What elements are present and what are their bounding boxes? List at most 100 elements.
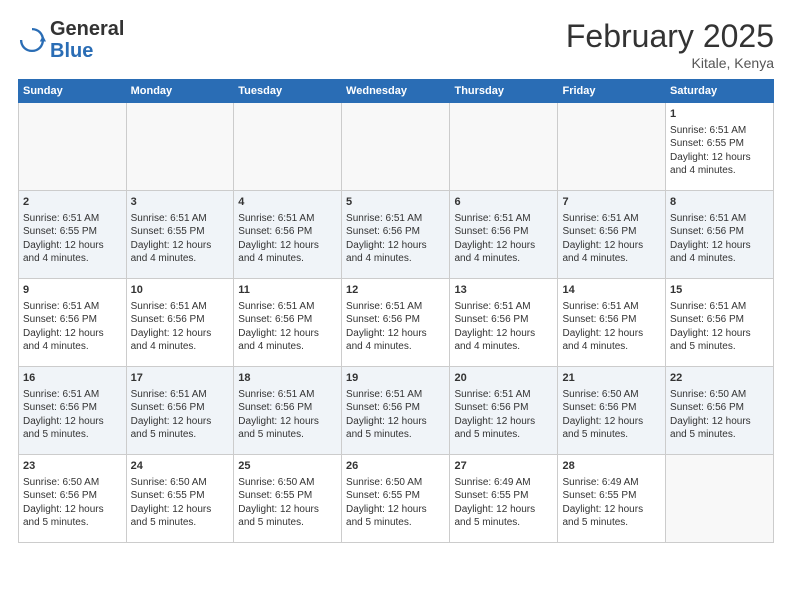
day-number: 20	[454, 371, 553, 386]
weekday-header-saturday: Saturday	[666, 80, 774, 103]
day-number: 27	[454, 459, 553, 474]
week-row-2: 2 Sunrise: 6:51 AM Sunset: 6:55 PM Daylig…	[19, 191, 774, 279]
calendar-cell: 5Sunrise: 6:51 AM Sunset: 6:56 PM Daylig…	[342, 191, 450, 279]
weekday-header-sunday: Sunday	[19, 80, 127, 103]
day-info-block: Sunrise: 6:51 AM Sunset: 6:56 PM Dayligh…	[346, 388, 445, 442]
calendar-cell	[19, 103, 127, 191]
day-info-block: Sunrise: 6:51 AM Sunset: 6:55 PM Dayligh…	[670, 124, 769, 178]
day-info-block: Sunrise: 6:50 AM Sunset: 6:56 PM Dayligh…	[23, 476, 122, 530]
day-number: 17	[131, 371, 230, 386]
calendar-cell: 25 Sunrise: 6:50 AM Sunset: 6:55 PM Dayli…	[234, 455, 342, 543]
logo: General Blue	[18, 18, 124, 62]
day-number: 18	[238, 371, 337, 386]
calendar-cell: 28 Sunrise: 6:49 AM Sunset: 6:55 PM Dayli…	[558, 455, 666, 543]
day-info-block: Sunrise: 6:50 AM Sunset: 6:56 PM Dayligh…	[562, 388, 661, 442]
day-number: 21	[562, 371, 661, 386]
day-number: 15	[670, 283, 769, 298]
header: General Blue February 2025 Kitale, Kenya	[18, 18, 774, 71]
logo-general: General	[50, 18, 124, 40]
month-title: February 2025	[566, 18, 774, 55]
day-number: 14	[562, 283, 661, 298]
day-info-block: Sunrise: 6:51 AM Sunset: 6:56 PM Dayligh…	[670, 212, 769, 266]
week-row-3: 9Sunrise: 6:51 AM Sunset: 6:56 PM Daylig…	[19, 279, 774, 367]
calendar-cell: 6 Sunrise: 6:51 AM Sunset: 6:56 PM Daylig…	[450, 191, 558, 279]
weekday-header-thursday: Thursday	[450, 80, 558, 103]
logo-text: General Blue	[50, 18, 124, 62]
day-info-block: Sunrise: 6:49 AM Sunset: 6:55 PM Dayligh…	[562, 476, 661, 530]
calendar-cell: 24 Sunrise: 6:50 AM Sunset: 6:55 PM Dayli…	[126, 455, 234, 543]
day-info-block: Sunrise: 6:51 AM Sunset: 6:56 PM Dayligh…	[454, 212, 553, 266]
calendar-cell: 16 Sunrise: 6:51 AM Sunset: 6:56 PM Dayli…	[19, 367, 127, 455]
day-info-block: Sunrise: 6:50 AM Sunset: 6:55 PM Dayligh…	[238, 476, 337, 530]
day-number: 22	[670, 371, 769, 386]
calendar-cell: 11 Sunrise: 6:51 AM Sunset: 6:56 PM Dayli…	[234, 279, 342, 367]
day-number: 1	[670, 107, 769, 122]
calendar-cell: 15Sunrise: 6:51 AM Sunset: 6:56 PM Dayli…	[666, 279, 774, 367]
calendar-cell	[558, 103, 666, 191]
calendar-cell: 23 Sunrise: 6:50 AM Sunset: 6:56 PM Dayli…	[19, 455, 127, 543]
location: Kitale, Kenya	[566, 55, 774, 71]
calendar-cell	[666, 455, 774, 543]
day-number: 13	[454, 283, 553, 298]
day-number: 7	[562, 195, 661, 210]
day-info-block: Sunrise: 6:51 AM Sunset: 6:55 PM Dayligh…	[23, 212, 122, 266]
calendar-cell: 3 Sunrise: 6:51 AM Sunset: 6:55 PM Daylig…	[126, 191, 234, 279]
day-info-block: Sunrise: 6:51 AM Sunset: 6:56 PM Dayligh…	[23, 300, 122, 354]
day-info-block: Sunrise: 6:51 AM Sunset: 6:56 PM Dayligh…	[23, 388, 122, 442]
calendar-cell: 21 Sunrise: 6:50 AM Sunset: 6:56 PM Dayli…	[558, 367, 666, 455]
calendar-cell: 18 Sunrise: 6:51 AM Sunset: 6:56 PM Dayli…	[234, 367, 342, 455]
weekday-header-tuesday: Tuesday	[234, 80, 342, 103]
calendar-cell: 20Sunrise: 6:51 AM Sunset: 6:56 PM Dayli…	[450, 367, 558, 455]
day-number: 12	[346, 283, 445, 298]
day-number: 2	[23, 195, 122, 210]
day-info-block: Sunrise: 6:51 AM Sunset: 6:56 PM Dayligh…	[346, 212, 445, 266]
calendar-cell: 8 Sunrise: 6:51 AM Sunset: 6:56 PM Daylig…	[666, 191, 774, 279]
day-number: 3	[131, 195, 230, 210]
day-info-block: Sunrise: 6:50 AM Sunset: 6:55 PM Dayligh…	[131, 476, 230, 530]
calendar-body: 1 Sunrise: 6:51 AM Sunset: 6:55 PM Daylig…	[19, 103, 774, 543]
day-number: 23	[23, 459, 122, 474]
day-number: 19	[346, 371, 445, 386]
calendar-cell	[126, 103, 234, 191]
calendar-cell: 2 Sunrise: 6:51 AM Sunset: 6:55 PM Daylig…	[19, 191, 127, 279]
day-info-block: Sunrise: 6:51 AM Sunset: 6:56 PM Dayligh…	[238, 212, 337, 266]
calendar-cell	[234, 103, 342, 191]
calendar-cell: 12 Sunrise: 6:51 AM Sunset: 6:56 PM Dayli…	[342, 279, 450, 367]
calendar-cell: 1 Sunrise: 6:51 AM Sunset: 6:55 PM Daylig…	[666, 103, 774, 191]
logo-icon	[18, 26, 46, 54]
day-info-block: Sunrise: 6:51 AM Sunset: 6:56 PM Dayligh…	[562, 212, 661, 266]
calendar-table: SundayMondayTuesdayWednesdayThursdayFrid…	[18, 79, 774, 543]
day-number: 24	[131, 459, 230, 474]
day-number: 26	[346, 459, 445, 474]
day-number: 6	[454, 195, 553, 210]
title-block: February 2025 Kitale, Kenya	[566, 18, 774, 71]
day-info-block: Sunrise: 6:51 AM Sunset: 6:56 PM Dayligh…	[562, 300, 661, 354]
calendar-cell: 10 Sunrise: 6:51 AM Sunset: 6:56 PM Dayli…	[126, 279, 234, 367]
calendar-cell: 22 Sunrise: 6:50 AM Sunset: 6:56 PM Dayli…	[666, 367, 774, 455]
calendar-cell: 7 Sunrise: 6:51 AM Sunset: 6:56 PM Daylig…	[558, 191, 666, 279]
day-info-block: Sunrise: 6:51 AM Sunset: 6:56 PM Dayligh…	[238, 300, 337, 354]
day-number: 10	[131, 283, 230, 298]
day-info-block: Sunrise: 6:49 AM Sunset: 6:55 PM Dayligh…	[454, 476, 553, 530]
calendar-cell: 14 Sunrise: 6:51 AM Sunset: 6:56 PM Dayli…	[558, 279, 666, 367]
day-number: 25	[238, 459, 337, 474]
calendar-cell: 13Sunrise: 6:51 AM Sunset: 6:56 PM Dayli…	[450, 279, 558, 367]
day-info-block: Sunrise: 6:51 AM Sunset: 6:55 PM Dayligh…	[131, 212, 230, 266]
day-info-block: Sunrise: 6:50 AM Sunset: 6:56 PM Dayligh…	[670, 388, 769, 442]
day-number: 8	[670, 195, 769, 210]
day-info-block: Sunrise: 6:51 AM Sunset: 6:56 PM Dayligh…	[238, 388, 337, 442]
calendar-header: SundayMondayTuesdayWednesdayThursdayFrid…	[19, 80, 774, 103]
day-info-block: Sunrise: 6:51 AM Sunset: 6:56 PM Dayligh…	[131, 300, 230, 354]
week-row-5: 23 Sunrise: 6:50 AM Sunset: 6:56 PM Dayli…	[19, 455, 774, 543]
day-number: 28	[562, 459, 661, 474]
weekday-row: SundayMondayTuesdayWednesdayThursdayFrid…	[19, 80, 774, 103]
day-info-block: Sunrise: 6:50 AM Sunset: 6:55 PM Dayligh…	[346, 476, 445, 530]
day-number: 16	[23, 371, 122, 386]
calendar-cell: 4Sunrise: 6:51 AM Sunset: 6:56 PM Daylig…	[234, 191, 342, 279]
day-info-block: Sunrise: 6:51 AM Sunset: 6:56 PM Dayligh…	[346, 300, 445, 354]
day-number: 11	[238, 283, 337, 298]
week-row-1: 1 Sunrise: 6:51 AM Sunset: 6:55 PM Daylig…	[19, 103, 774, 191]
calendar-cell: 26 Sunrise: 6:50 AM Sunset: 6:55 PM Dayli…	[342, 455, 450, 543]
calendar-cell	[342, 103, 450, 191]
calendar-cell: 19 Sunrise: 6:51 AM Sunset: 6:56 PM Dayli…	[342, 367, 450, 455]
